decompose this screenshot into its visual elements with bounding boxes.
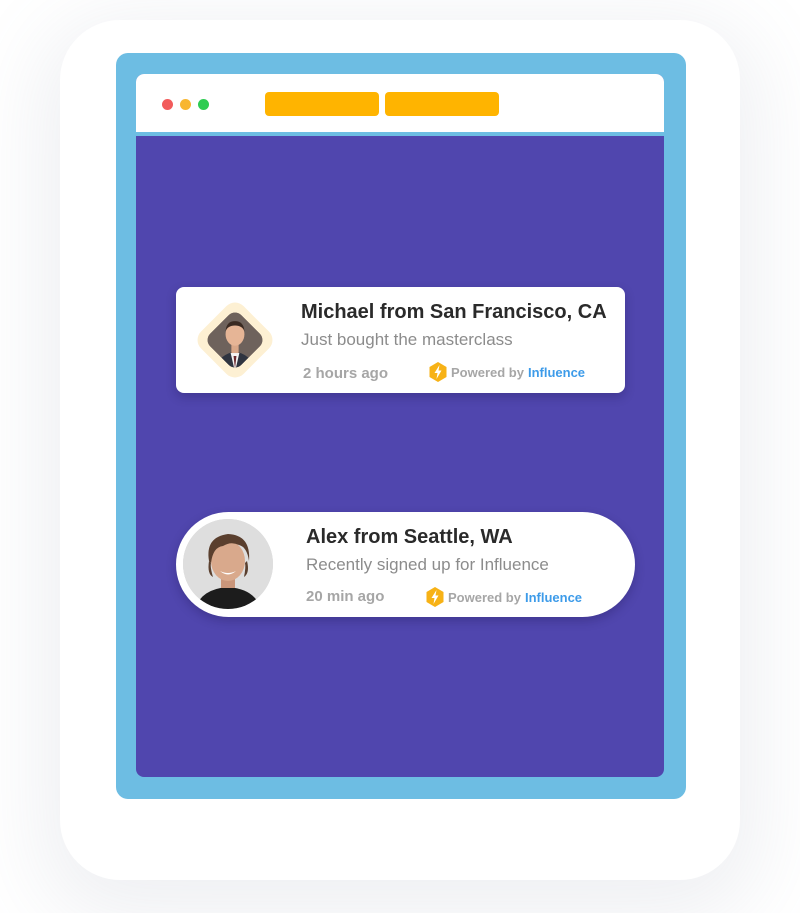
brand-name: Influence [527, 364, 586, 380]
lightning-bolt-icon [429, 362, 447, 382]
powered-by-label: Powered by [451, 364, 524, 380]
avatar [190, 295, 280, 385]
notification-card-michael[interactable]: Michael from San Francisco, CA Just boug… [176, 287, 625, 393]
notification-action: Recently signed up for Influence [306, 555, 549, 574]
notification-card-alex[interactable]: Alex from Seattle, WA Recently signed up… [176, 512, 635, 617]
close-window-dot[interactable] [162, 99, 173, 110]
device-frame [116, 53, 686, 799]
brand-name: Influence [524, 589, 583, 605]
lightning-bolt-icon [426, 587, 444, 607]
powered-by-label: Powered by [448, 589, 521, 605]
browser-titlebar [136, 74, 664, 136]
minimize-window-dot[interactable] [180, 99, 191, 110]
notification-name: Alex from Seattle, WA [306, 526, 513, 548]
maximize-window-dot[interactable] [198, 99, 209, 110]
notification-time: 20 min ago [306, 588, 385, 605]
browser-window [136, 74, 664, 777]
smiling-man-avatar-icon [180, 516, 276, 612]
notification-action: Just bought the masterclass [301, 330, 513, 349]
browser-tab-1[interactable] [265, 92, 379, 116]
powered-by-link[interactable]: Powered by Influence [426, 587, 582, 607]
notification-name: Michael from San Francisco, CA [301, 301, 607, 323]
browser-tab-2[interactable] [385, 92, 499, 116]
powered-by-link[interactable]: Powered by Influence [429, 362, 585, 382]
notification-time: 2 hours ago [303, 365, 389, 382]
